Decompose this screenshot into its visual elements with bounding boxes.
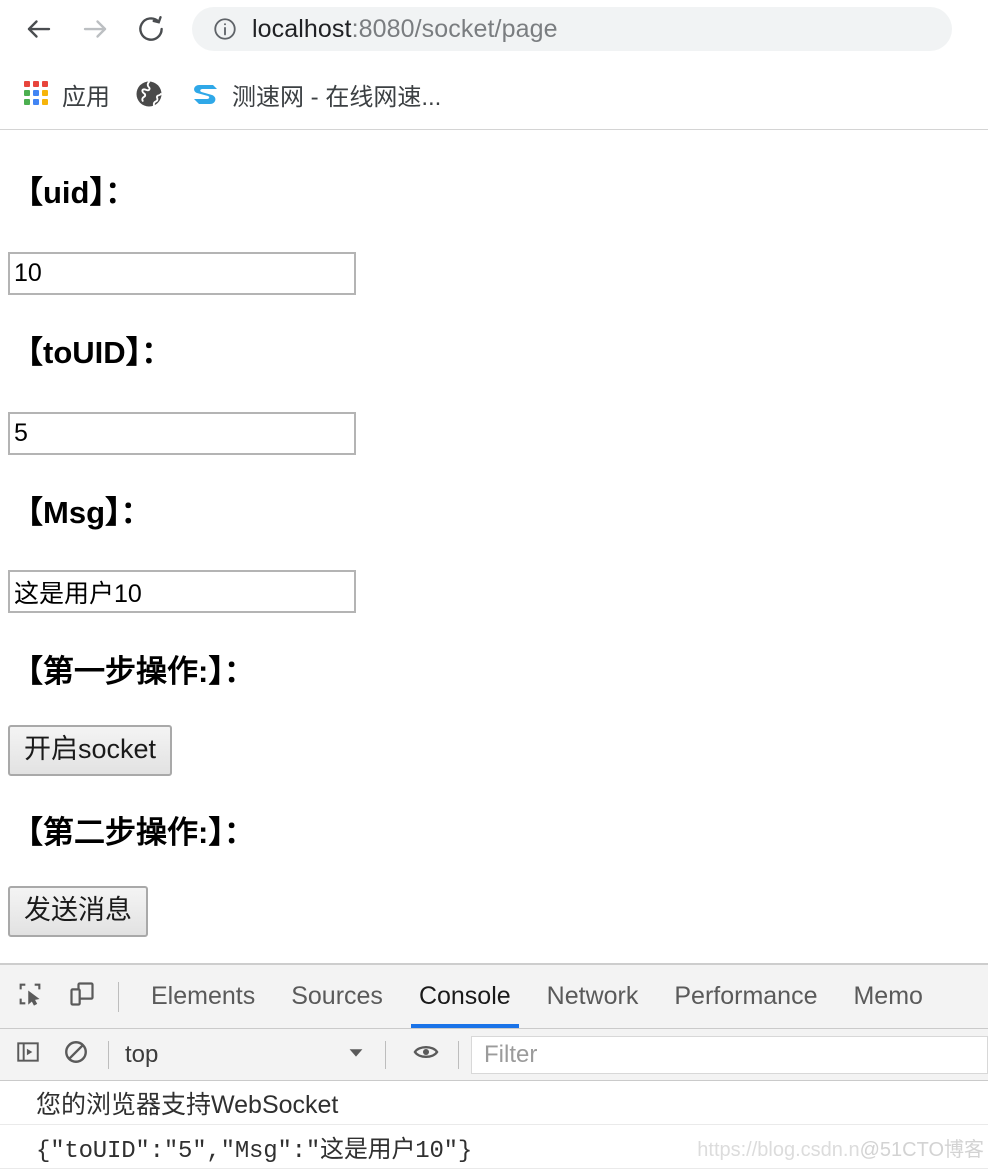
console-message: {"toUID":"5","Msg":"这是用户10"} xyxy=(0,1125,988,1169)
execution-context-select[interactable]: top xyxy=(121,1035,373,1075)
chevron-down-icon xyxy=(345,1041,367,1068)
bookmarks-bar: 应用 测速网 - 在线网速... xyxy=(0,58,988,130)
globe-icon xyxy=(134,79,164,109)
tab-memory[interactable]: Memo xyxy=(835,965,940,1028)
info-circle-icon[interactable] xyxy=(212,16,238,42)
reload-button[interactable] xyxy=(128,6,174,52)
uid-input[interactable] xyxy=(8,252,356,295)
tab-elements[interactable]: Elements xyxy=(133,965,273,1028)
bookmark-globe[interactable] xyxy=(126,72,172,116)
device-toolbar-button[interactable] xyxy=(60,975,104,1019)
clear-console-button[interactable] xyxy=(56,1035,96,1075)
forward-arrow-icon xyxy=(80,14,110,44)
touid-input[interactable] xyxy=(8,412,356,455)
console-toolbar: top Filter xyxy=(0,1029,988,1081)
bookmark-apps-label: 应用 xyxy=(62,83,110,111)
tab-sources[interactable]: Sources xyxy=(273,965,401,1028)
console-sidebar-icon xyxy=(15,1039,41,1070)
label-uid: 【uid】： xyxy=(12,175,136,210)
address-bar-url: localhost:8080/socket/page xyxy=(252,15,558,44)
label-step-one: 【第一步操作:】： xyxy=(12,654,255,689)
url-host: localhost xyxy=(252,14,352,43)
url-path: :8080/socket/page xyxy=(351,14,558,43)
console-output: 您的浏览器支持WebSocket {"toUID":"5","Msg":"这是用… xyxy=(0,1081,988,1170)
console-filter-placeholder: Filter xyxy=(484,1040,538,1068)
browser-chrome: localhost:8080/socket/page 应用 测速网 - 在线网速… xyxy=(0,0,988,130)
inspect-element-button[interactable] xyxy=(8,975,52,1019)
forward-button[interactable] xyxy=(72,6,118,52)
toolbar-divider xyxy=(118,981,119,1012)
console-filter-input[interactable]: Filter xyxy=(471,1035,988,1074)
console-message: 您的浏览器支持WebSocket xyxy=(0,1081,988,1125)
send-message-button[interactable]: 发送消息 xyxy=(8,886,148,938)
devtools-panel: Elements Sources Console Network Perform… xyxy=(0,963,988,1170)
navigation-toolbar: localhost:8080/socket/page xyxy=(0,0,988,58)
apps-grid-icon xyxy=(24,81,50,107)
console-toolbar-divider-3 xyxy=(458,1040,459,1069)
bookmark-apps[interactable]: 应用 xyxy=(16,72,118,116)
tab-console[interactable]: Console xyxy=(401,965,529,1028)
label-touid: 【toUID】： xyxy=(12,335,173,370)
label-msg: 【Msg】： xyxy=(12,495,152,530)
bookmark-speedtest[interactable]: 测速网 - 在线网速... xyxy=(180,72,449,116)
live-expression-button[interactable] xyxy=(406,1035,446,1075)
browser-window: localhost:8080/socket/page 应用 测速网 - 在线网速… xyxy=(0,0,988,1170)
back-arrow-icon xyxy=(24,14,54,44)
clear-console-icon xyxy=(63,1039,89,1070)
address-bar[interactable]: localhost:8080/socket/page xyxy=(192,7,952,51)
inspect-element-icon xyxy=(16,980,44,1013)
console-toolbar-divider-2 xyxy=(385,1040,386,1069)
devtools-tabbar: Elements Sources Console Network Perform… xyxy=(0,965,988,1029)
console-sidebar-button[interactable] xyxy=(8,1035,48,1075)
speedtest-s-logo-icon xyxy=(188,78,220,110)
bookmark-speedtest-label: 测速网 - 在线网速... xyxy=(232,83,442,111)
msg-input[interactable] xyxy=(8,570,356,613)
page-content: 【uid】： 【toUID】： 【Msg】： 【第一步操作:】： 开启socke… xyxy=(0,131,988,963)
tab-performance[interactable]: Performance xyxy=(656,965,835,1028)
device-toolbar-icon xyxy=(68,980,96,1013)
execution-context-label: top xyxy=(125,1040,159,1068)
open-socket-button[interactable]: 开启socket xyxy=(8,725,173,777)
live-expression-eye-icon xyxy=(412,1038,440,1071)
label-step-two: 【第二步操作:】： xyxy=(12,815,255,850)
back-button[interactable] xyxy=(16,6,62,52)
tab-network[interactable]: Network xyxy=(529,965,657,1028)
console-toolbar-divider-1 xyxy=(108,1040,109,1069)
reload-icon xyxy=(136,14,166,44)
